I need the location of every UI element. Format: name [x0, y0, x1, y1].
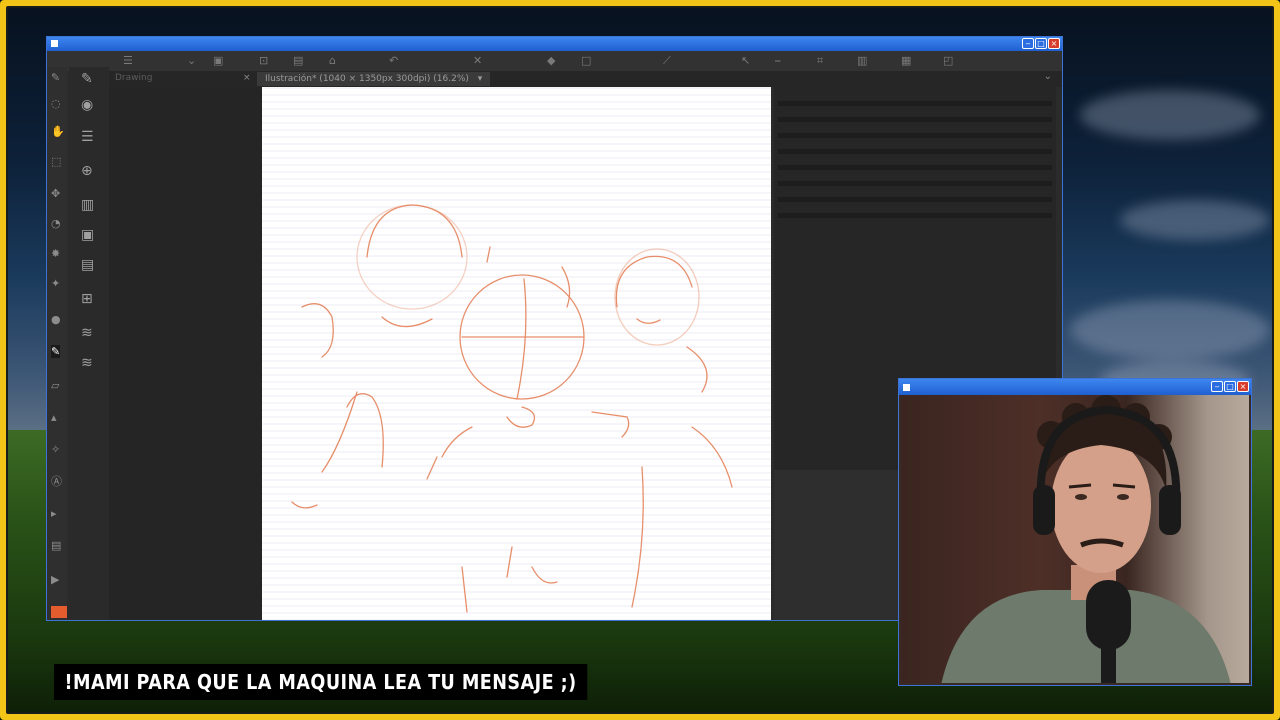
ink-icon[interactable]: ● [51, 313, 61, 326]
app-icon [51, 40, 58, 47]
ruler-tool-icon[interactable]: ▸ [51, 507, 57, 520]
transform-icon[interactable]: □ [581, 54, 591, 67]
desktop-scene: ‒ □ × ☰ ⌄ ▣ ⊡ ▤ ⌂ ↶ ✕ ◆ □ ⟋ ↖ ⎯ ⌗ ▥ ▦ ◰ … [0, 0, 1280, 720]
frame-icon[interactable]: ▤ [51, 539, 61, 552]
share-icon[interactable]: ▦ [901, 54, 911, 67]
webcam-minimize-button[interactable]: ‒ [1211, 381, 1223, 392]
pen-subtool-icon[interactable]: ✎ [81, 71, 93, 87]
save-icon[interactable]: ⊡ [259, 54, 268, 67]
layers-panel-icon[interactable]: ▥ [81, 197, 94, 213]
selection-icon[interactable]: ⬚ [51, 155, 61, 168]
document-tabbar: Drawing × Ilustración* (1040 × 1350px 30… [107, 71, 1062, 87]
menu-icon[interactable]: ☰ [123, 54, 133, 67]
image-layer-icon[interactable]: ▣ [81, 227, 94, 243]
fill-icon[interactable]: ◆ [547, 54, 555, 67]
grid-icon[interactable]: ⌗ [817, 54, 823, 68]
webcam-titlebar[interactable]: ‒ □ × [899, 379, 1251, 395]
canvas-margin [109, 87, 262, 620]
tab-close-icon[interactable]: × [243, 73, 251, 83]
grid-layer-icon[interactable]: ⊞ [81, 291, 93, 307]
eyedropper-icon[interactable]: ◔ [51, 217, 61, 230]
hand-icon[interactable]: ✋ [51, 125, 65, 138]
layer-stack-2-icon[interactable]: ≋ [81, 355, 93, 371]
eraser-icon[interactable]: ▱ [51, 379, 59, 392]
move-icon[interactable]: ✥ [51, 187, 60, 200]
panel-icon[interactable]: ▥ [857, 54, 867, 67]
window-icon[interactable]: ◰ [943, 54, 953, 67]
fill-bucket-icon[interactable]: ▴ [51, 411, 57, 424]
sketch-drawing [291, 204, 733, 613]
clear-icon[interactable]: ✕ [473, 54, 482, 67]
export-icon[interactable]: ⌂ [329, 54, 336, 67]
brush-icon[interactable]: ✸ [51, 247, 60, 260]
command-bar: ☰ ⌄ ▣ ⊡ ▤ ⌂ ↶ ✕ ◆ □ ⟋ ↖ ⎯ ⌗ ▥ ▦ ◰ [47, 51, 1062, 71]
text-icon[interactable]: Ⓐ [51, 473, 62, 489]
drawing-canvas[interactable] [262, 87, 771, 620]
tab-label: Ilustración* (1040 × 1350px 300dpi) (16.… [265, 74, 469, 84]
close-button[interactable]: × [1048, 38, 1060, 49]
pen-icon[interactable]: ✎ [51, 71, 60, 84]
sub-tool-palette: ✎ ◉ ☰ ⊕ ▥ ▣ ▤ ⊞ ≋ ≋ [69, 67, 109, 620]
undo-icon[interactable]: ↶ [389, 54, 398, 67]
eye-icon[interactable]: ◉ [81, 97, 93, 113]
folder-icon[interactable]: ▤ [293, 54, 303, 67]
collapse-chevron-icon[interactable]: ⌄ [1044, 71, 1052, 82]
webcam-app-icon [903, 384, 910, 391]
webcam-window: ‒ □ × [898, 378, 1252, 686]
streamer-figure [941, 395, 1231, 683]
webcam-maximize-button[interactable]: □ [1224, 381, 1236, 392]
pencil-icon[interactable]: ✎ [51, 345, 61, 358]
zoom-icon[interactable]: ⊕ [81, 163, 93, 179]
tab-previous[interactable]: Drawing [115, 73, 152, 83]
webcam-close-button[interactable]: × [1237, 381, 1249, 392]
cursor-icon[interactable]: ▶ [51, 573, 59, 586]
dropdown-icon[interactable]: ⌄ [187, 54, 196, 67]
webcam-feed [901, 395, 1249, 683]
tool-palette: ✎ ◌ ✋ ⬚ ✥ ◔ ✸ ✦ ● ✎ ▱ ▴ ✧ Ⓐ ▸ ▤ ▶ [47, 67, 67, 620]
window-titlebar[interactable]: ‒ □ × [47, 37, 1062, 51]
airbrush-icon[interactable]: ✦ [51, 277, 60, 290]
pen-pressure-icon[interactable]: ⟋ [663, 54, 671, 68]
new-file-icon[interactable]: ▣ [213, 54, 223, 67]
layer-stack-icon[interactable]: ≋ [81, 325, 93, 341]
tab-menu-icon[interactable]: ▾ [478, 74, 483, 84]
folder-layer-icon[interactable]: ▤ [81, 257, 94, 273]
gradient-icon[interactable]: ✧ [51, 443, 60, 456]
ruler-icon[interactable]: ⎯ [775, 54, 781, 68]
lasso-icon[interactable]: ◌ [51, 97, 61, 110]
maximize-button[interactable]: □ [1035, 38, 1047, 49]
minimize-button[interactable]: ‒ [1022, 38, 1034, 49]
tab-ilustracion[interactable]: Ilustración* (1040 × 1350px 300dpi) (16.… [257, 72, 491, 86]
subtitle-banner: !MAMI PARA QUE LA MAQUINA LEA TU MENSAJE… [54, 664, 588, 700]
sliders-icon[interactable]: ☰ [81, 129, 94, 145]
active-color-swatch[interactable] [51, 606, 67, 618]
snap-icon[interactable]: ↖ [741, 54, 750, 67]
